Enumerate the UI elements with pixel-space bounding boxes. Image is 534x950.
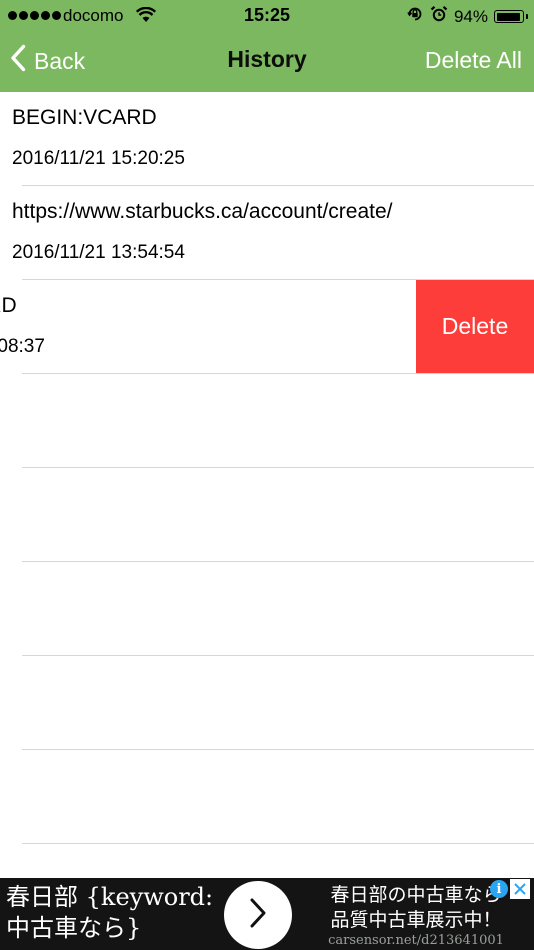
ad-headline-line2: 中古車なら} [6,914,142,942]
navigation-bar: Back History Delete All [0,32,534,92]
ad-banner[interactable]: 春日部 {keyword: 中古車なら} 春日部の中古車なら 品質中古車展示中！… [0,878,534,950]
status-bar: docomo 15:25 94% [0,0,534,32]
history-row-date: 2016/11/21 13:54:54 [12,242,185,263]
ad-headline[interactable]: 春日部 {keyword: 中古車なら} [6,882,213,944]
history-row[interactable]: BEGIN:VCARD 2016/11/21 15:20:25 [0,92,534,186]
empty-row [0,750,534,844]
history-row-content[interactable]: BEGIN:VCARD 2016/11/21 15:20:25 [0,92,534,185]
empty-row [0,656,534,750]
ad-info-icon[interactable]: i [490,880,508,898]
chevron-right-icon [247,897,269,933]
history-row-content[interactable]: BEGIN:VCARD 2016/11/21 13:08:37 [0,280,394,373]
history-row-text: BEGIN:VCARD [0,294,17,317]
ad-description-line2: 品質中古車展示中！ [330,909,502,931]
ad-url: carsensor.net/d213641001 [328,933,504,948]
history-row-content[interactable]: https://www.starbucks.ca/account/create/… [0,186,534,279]
history-row-text: https://www.starbucks.ca/account/create/ [12,200,393,223]
alarm-icon [430,5,448,28]
empty-row [0,562,534,656]
battery-icon [494,10,528,23]
status-right: 94% [406,5,528,28]
empty-row [0,468,534,562]
chevron-left-icon [10,44,26,78]
top-bar: docomo 15:25 94% Back History Delete All [0,0,534,92]
ad-open-button[interactable] [224,881,292,949]
back-button[interactable]: Back [10,44,85,78]
row-separator [22,843,534,844]
ad-close-icon[interactable] [510,879,530,899]
battery-percent: 94% [453,6,488,26]
battery-level [496,12,520,21]
empty-row [0,374,534,468]
history-row[interactable]: https://www.starbucks.ca/account/create/… [0,186,534,280]
delete-row-button[interactable]: Delete [416,280,534,373]
history-row-text: BEGIN:VCARD [12,106,157,129]
delete-all-button[interactable]: Delete All [425,47,522,74]
history-list[interactable]: BEGIN:VCARD 2016/11/21 15:20:25 https://… [0,92,534,878]
orientation-lock-icon [406,5,424,28]
history-row-date: 2016/11/21 15:20:25 [12,148,185,169]
ad-headline-line1: 春日部 {keyword: [6,883,214,911]
back-button-label: Back [34,47,86,74]
history-row-date: 2016/11/21 13:08:37 [0,336,45,357]
history-row-swiped[interactable]: BEGIN:VCARD 2016/11/21 13:08:37 Delete [0,280,534,374]
